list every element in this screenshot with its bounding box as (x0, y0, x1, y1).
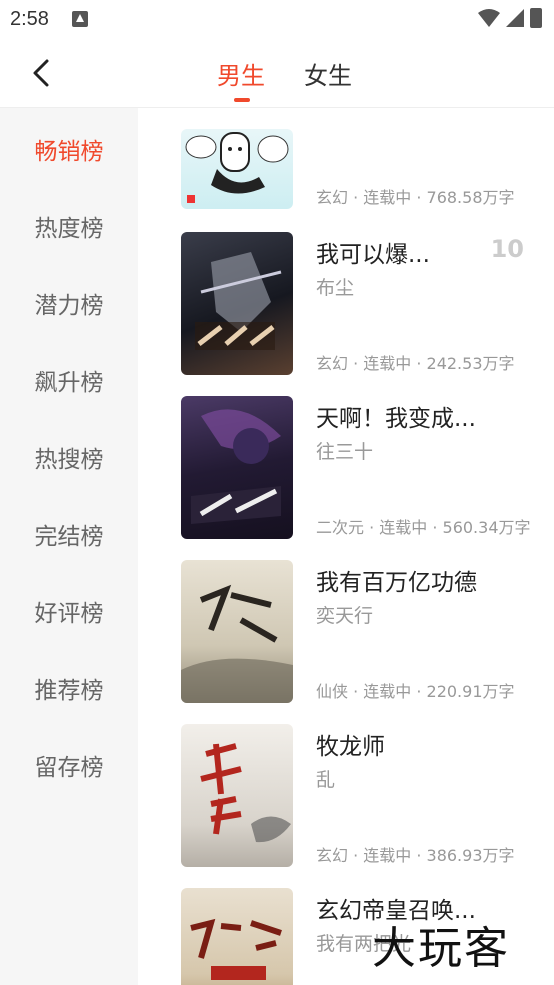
status-icons (478, 8, 542, 28)
book-author: 布尘 (316, 277, 355, 299)
book-cover (181, 724, 293, 867)
sidebar-item-bestseller[interactable]: 畅销榜 (0, 132, 138, 166)
book-meta: 玄幻 · 连载中 · 386.93万字 (316, 846, 515, 865)
tab-female[interactable]: 女生 (304, 56, 352, 91)
signal-icon (506, 9, 524, 27)
sidebar-item-hot-search[interactable]: 热搜榜 (0, 440, 138, 474)
book-meta: 玄幻 · 连载中 · 768.58万字 (316, 188, 515, 207)
ranking-sidebar: 畅销榜 热度榜 潜力榜 飙升榜 热搜榜 完结榜 好评榜 推荐榜 留存榜 (0, 108, 138, 985)
rank-number: 10 (490, 235, 524, 263)
book-cover (181, 396, 293, 539)
notification-app-icon (72, 11, 88, 27)
status-time: 2:58 (10, 8, 49, 30)
book-cover (181, 560, 293, 703)
list-item[interactable]: 天啊！我变成... 往三十 二次元 · 连载中 · 560.34万字 (138, 396, 554, 539)
list-item[interactable]: 玄幻 · 连载中 · 768.58万字 (138, 108, 554, 209)
book-list: 玄幻 · 连载中 · 768.58万字 我可以爆... 10 布尘 玄幻 · 连… (138, 108, 554, 985)
wifi-icon (478, 9, 500, 27)
tab-male[interactable]: 男生 (217, 56, 265, 91)
book-title: 牧龙师 (316, 734, 385, 760)
sidebar-item-popularity[interactable]: 热度榜 (0, 209, 138, 243)
sidebar-item-potential[interactable]: 潜力榜 (0, 286, 138, 320)
sidebar-item-rising[interactable]: 飙升榜 (0, 363, 138, 397)
sidebar-item-recommended[interactable]: 推荐榜 (0, 671, 138, 705)
list-item[interactable]: 我可以爆... 10 布尘 玄幻 · 连载中 · 242.53万字 (138, 232, 554, 375)
book-title: 天啊！我变成... (316, 406, 476, 432)
book-meta: 二次元 · 连载中 · 560.34万字 (316, 518, 531, 537)
book-author: 奕天行 (316, 605, 374, 627)
status-bar: 2:58 (0, 0, 554, 38)
sidebar-item-completed[interactable]: 完结榜 (0, 517, 138, 551)
battery-icon (530, 8, 542, 28)
header: 男生 女生 (0, 38, 554, 108)
book-meta: 仙侠 · 连载中 · 220.91万字 (316, 682, 515, 701)
book-author: 乱 (316, 769, 336, 791)
list-item[interactable]: 我有百万亿功德 奕天行 仙侠 · 连载中 · 220.91万字 (138, 560, 554, 703)
book-cover (181, 888, 293, 985)
book-title: 我有百万亿功德 (316, 570, 477, 596)
book-author: 往三十 (316, 441, 374, 463)
back-arrow-icon[interactable] (30, 58, 52, 88)
sidebar-item-top-rated[interactable]: 好评榜 (0, 594, 138, 628)
sidebar-item-retention[interactable]: 留存榜 (0, 748, 138, 782)
book-title: 我可以爆... (316, 242, 430, 268)
book-cover (181, 129, 293, 209)
active-tab-indicator (234, 98, 250, 102)
watermark: 大玩客 (372, 923, 510, 974)
book-cover (181, 232, 293, 375)
list-item[interactable]: 牧龙师 乱 玄幻 · 连载中 · 386.93万字 (138, 724, 554, 867)
book-meta: 玄幻 · 连载中 · 242.53万字 (316, 354, 515, 373)
